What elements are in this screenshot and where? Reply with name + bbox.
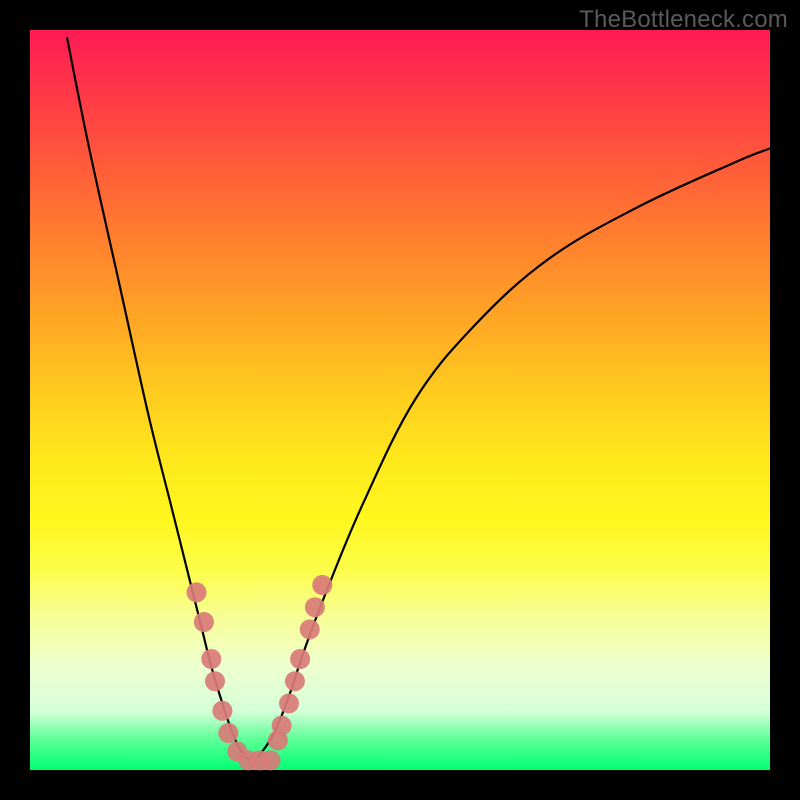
data-point	[272, 716, 292, 736]
data-point	[187, 582, 207, 602]
data-point	[261, 750, 281, 770]
data-point	[300, 619, 320, 639]
data-point	[212, 701, 232, 721]
data-point	[285, 671, 305, 691]
chart-svg	[30, 30, 770, 770]
data-point	[205, 671, 225, 691]
data-point	[305, 597, 325, 617]
left-curve	[67, 37, 252, 762]
watermark-label: TheBottleneck.com	[579, 6, 788, 34]
chart-area	[30, 30, 770, 770]
right-curve	[252, 148, 770, 762]
data-point	[201, 649, 221, 669]
data-point	[312, 575, 332, 595]
data-markers	[187, 575, 333, 770]
data-point	[290, 649, 310, 669]
data-point	[194, 612, 214, 632]
data-point	[218, 723, 238, 743]
data-point	[279, 693, 299, 713]
